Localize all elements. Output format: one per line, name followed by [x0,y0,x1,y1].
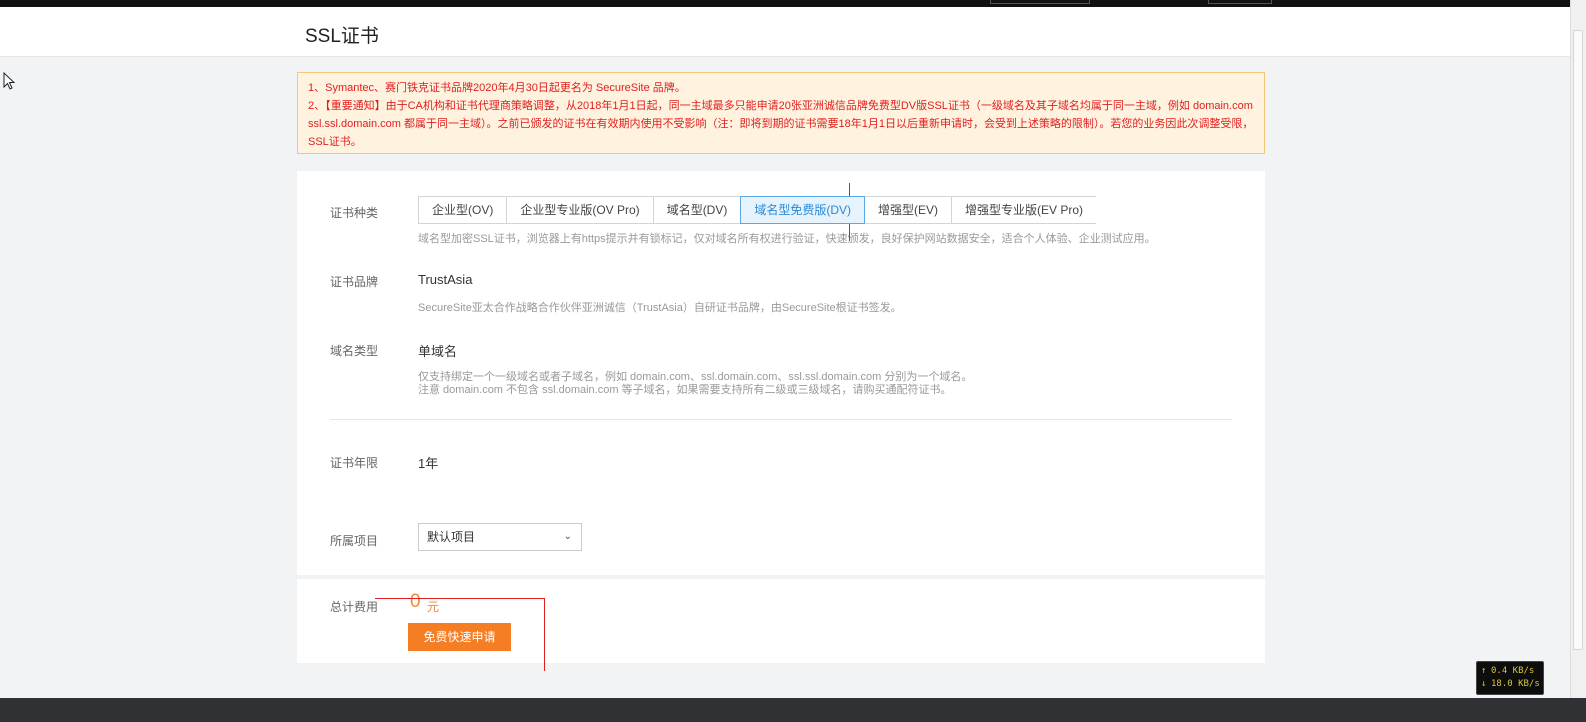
total-cost-label: 总计费用 [330,600,379,614]
tab-ov[interactable]: 企业型(OV) [418,196,508,224]
annotation-line [544,598,545,671]
currency-unit: 元 [427,600,440,614]
cert-type-label: 证书种类 [330,206,379,220]
download-arrow-icon: ↓ [1481,679,1487,689]
annotation-line [375,598,545,599]
section-divider [330,419,1232,420]
domain-type-note: 注意 domain.com 不包含 ssl.domain.com 等子域名，如果… [418,384,952,396]
top-bar-control[interactable] [990,0,1090,4]
brand-description: SecureSite亚太合作战略合作伙伴亚洲诚信（TrustAsia）自研证书品… [418,302,902,314]
tab-ev-pro[interactable]: 增强型专业版(EV Pro) [951,196,1097,224]
notice-line: SSL证书。 [308,136,362,148]
domain-type-value: 单域名 [418,344,458,359]
notice-line: 1、Symantec、赛门铁克证书品牌2020年4月30日起更名为 Secure… [308,82,686,94]
page-header: SSL证书 [0,7,1570,57]
page-footer [0,698,1586,722]
project-label: 所属项目 [330,534,379,548]
brand-label: 证书品牌 [330,275,379,289]
notice-banner: 1、Symantec、赛门铁克证书品牌2020年4月30日起更名为 Secure… [297,72,1265,154]
top-bar-control[interactable] [1208,0,1272,4]
cert-type-tabs: 企业型(OV) 企业型专业版(OV Pro) 域名型(DV) 域名型免费版(DV… [418,196,1097,224]
total-cost-value: 0 [410,591,421,612]
mouse-cursor-icon [3,72,16,90]
download-speed: 18.0 KB/s [1491,679,1540,689]
cert-type-description: 域名型加密SSL证书，浏览器上有https提示并有锁标记，仅对域名所有权进行验证… [418,233,1156,245]
tab-ov-pro[interactable]: 企业型专业版(OV Pro) [506,196,654,224]
scrollbar-thumb[interactable] [1573,30,1583,650]
project-select-value: 默认项目 [427,530,476,544]
network-speed-monitor: ↑ 0.4 KB/s ↓ 18.0 KB/s [1476,661,1544,695]
domain-type-description: 仅支持绑定一个一级域名或者子域名，例如 domain.com、ssl.domai… [418,371,973,383]
tab-dv-free[interactable]: 域名型免费版(DV) [740,196,866,224]
browser-top-bar [0,0,1586,7]
free-apply-button[interactable]: 免费快速申请 [408,623,511,651]
upload-arrow-icon: ↑ [1481,666,1487,676]
domain-type-label: 域名类型 [330,344,379,358]
upload-speed: 0.4 KB/s [1491,666,1535,676]
duration-value: 1年 [418,456,439,471]
notice-line: ssl.ssl.domain.com 都属于同一主域）。之前已颁发的证书在有效期… [308,118,1254,130]
chevron-down-icon: ⌄ [563,531,572,542]
vertical-scrollbar[interactable] [1570,0,1586,698]
duration-label: 证书年限 [330,456,379,470]
tab-dv[interactable]: 域名型(DV) [652,196,742,224]
tab-ev[interactable]: 增强型(EV) [864,196,953,224]
notice-line: 2、【重要通知】由于CA机构和证书代理商策略调整，从2018年1月1日起，同一主… [308,100,1254,112]
project-select[interactable]: 默认项目 ⌄ [418,523,582,551]
brand-value: TrustAsia [418,272,473,287]
page-title: SSL证书 [305,26,379,47]
